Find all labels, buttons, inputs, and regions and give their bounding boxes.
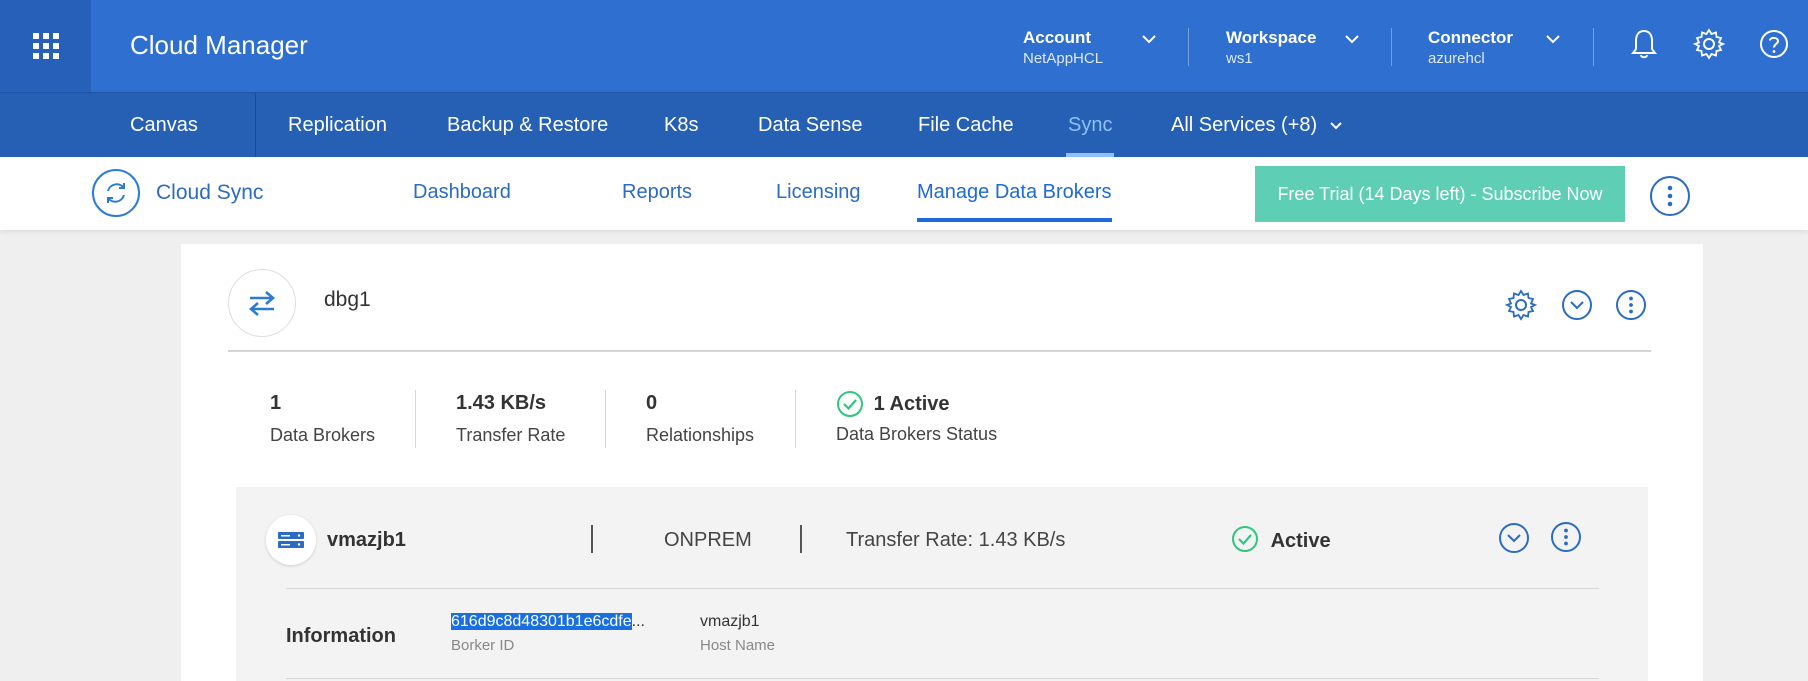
expand-chevron-icon[interactable] (1561, 289, 1593, 321)
group-name: dbg1 (324, 288, 371, 311)
stat-label: Data Brokers (270, 425, 376, 445)
broker-id-value[interactable]: 616d9c8d48301b1e6cdfe... (451, 613, 645, 631)
check-circle-icon (837, 391, 863, 417)
all-services-label: All Services (+8) (1171, 114, 1318, 136)
nav-item-sync[interactable]: Sync (1065, 93, 1115, 157)
stat-value: 1 (270, 392, 282, 414)
apps-grid-icon[interactable] (0, 0, 91, 92)
group-more-options-icon[interactable] (1615, 289, 1647, 321)
nav-item-backup-restore[interactable]: Backup & Restore (447, 93, 608, 157)
header-divider (1188, 28, 1189, 66)
more-options-icon[interactable] (1650, 176, 1690, 216)
stat-value: 1 Active (873, 392, 950, 415)
stat-value: 0 (646, 392, 658, 414)
broker-expand-chevron-icon[interactable] (1498, 522, 1530, 554)
transfer-arrows-icon (228, 269, 296, 337)
settings-gear-icon[interactable] (1505, 289, 1537, 321)
chevron-down-icon (1345, 35, 1359, 44)
broker-transfer-rate: Transfer Rate: 1.43 KB/s (846, 529, 1066, 551)
top-header: Cloud Manager Account NetAppHCL Workspac… (0, 0, 1808, 93)
host-name-field: vmazjb1 Host Name (700, 613, 775, 654)
divider (286, 588, 1599, 589)
divider (800, 525, 802, 553)
stat-label: Transfer Rate (456, 425, 566, 445)
account-value: NetAppHCL (1023, 50, 1104, 67)
stat-label: Data Brokers Status (836, 424, 998, 444)
connector-value: azurehcl (1428, 50, 1485, 67)
nav-item-file-cache[interactable]: File Cache (918, 93, 1014, 157)
services-nav: Canvas Replication Backup & Restore K8s … (0, 93, 1808, 157)
chevron-down-icon (1330, 122, 1342, 130)
broker-id-ellipsis: ... (631, 613, 645, 630)
nav-item-canvas[interactable]: Canvas (130, 93, 198, 157)
stat-divider (415, 390, 416, 448)
nav-item-data-sense[interactable]: Data Sense (758, 93, 863, 157)
account-label: Account (1023, 28, 1091, 47)
stat-divider (605, 390, 606, 448)
status-label: Active (1270, 529, 1331, 552)
broker-id-label: Borker ID (451, 637, 515, 654)
sync-icon (92, 169, 140, 217)
connector-selector[interactable]: Connector azurehcl (1428, 28, 1560, 67)
workspace-value: ws1 (1226, 50, 1253, 67)
nav-item-replication[interactable]: Replication (288, 93, 387, 157)
divider (591, 525, 593, 553)
host-name-value: vmazjb1 (700, 613, 760, 630)
broker-more-options-icon[interactable] (1550, 521, 1582, 553)
status-value-row: 1 Active (836, 390, 997, 418)
server-icon (266, 515, 316, 565)
app-title: Cloud Manager (130, 30, 308, 60)
header-divider (1391, 28, 1392, 66)
account-selector[interactable]: Account NetAppHCL (1023, 28, 1156, 67)
tab-licensing[interactable]: Licensing (776, 181, 861, 204)
sync-subnav: Cloud Sync Dashboard Reports Licensing M… (0, 157, 1808, 230)
stat-divider (795, 390, 796, 448)
divider (286, 678, 1599, 679)
nav-divider (255, 93, 256, 157)
connector-label: Connector (1428, 28, 1513, 47)
tab-dashboard[interactable]: Dashboard (413, 181, 511, 204)
stat-relationships: 0 Relationships (646, 392, 754, 446)
broker-id-field: 616d9c8d48301b1e6cdfe... Borker ID (451, 613, 645, 654)
bell-icon[interactable] (1626, 26, 1662, 62)
tab-manage-data-brokers[interactable]: Manage Data Brokers (917, 181, 1112, 222)
broker-id-selected-text: 616d9c8d48301b1e6cdfe (451, 613, 632, 630)
stat-value: 1.43 KB/s (456, 392, 547, 414)
chevron-down-icon (1546, 35, 1560, 44)
stat-broker-status: 1 Active Data Brokers Status (836, 390, 997, 445)
stat-transfer-rate: 1.43 KB/s Transfer Rate (456, 392, 565, 446)
broker-status: Active (1231, 526, 1331, 553)
nav-item-k8s[interactable]: K8s (664, 93, 698, 157)
divider (228, 350, 1651, 352)
chevron-down-icon (1142, 35, 1156, 44)
tab-reports[interactable]: Reports (622, 181, 692, 204)
gear-icon[interactable] (1691, 26, 1727, 62)
host-name-label: Host Name (700, 637, 776, 654)
stat-data-brokers: 1 Data Brokers (270, 392, 375, 446)
cloud-sync-title: Cloud Sync (156, 181, 264, 204)
subscribe-button[interactable]: Free Trial (14 Days left) - Subscribe No… (1255, 166, 1625, 222)
workspace-selector[interactable]: Workspace ws1 (1226, 28, 1359, 67)
stat-label: Relationships (646, 425, 755, 445)
check-circle-icon (1232, 526, 1258, 552)
information-label: Information (286, 625, 396, 647)
header-divider (1593, 28, 1594, 66)
workspace-label: Workspace (1226, 28, 1317, 47)
nav-item-all-services[interactable]: All Services (+8) (1171, 93, 1343, 157)
data-broker-row: vmazjb1 ONPREM Transfer Rate: 1.43 KB/s … (236, 487, 1648, 681)
data-broker-group-card: dbg1 1 Data Brokers 1.43 KB/s Transfer R… (181, 244, 1703, 681)
broker-name: vmazjb1 (327, 529, 406, 551)
broker-type: ONPREM (664, 529, 752, 551)
help-icon[interactable] (1756, 26, 1792, 62)
